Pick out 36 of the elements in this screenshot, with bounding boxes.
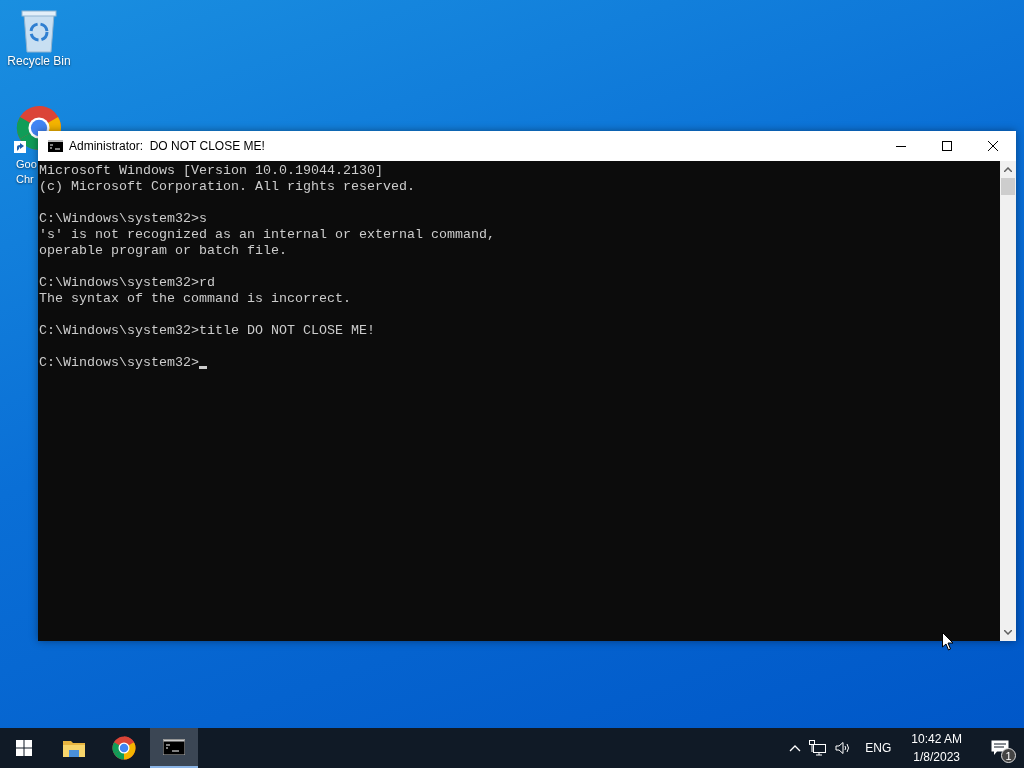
console-line: The syntax of the command is incorrect. [39, 291, 352, 307]
close-icon [988, 141, 998, 151]
windows-logo-icon [16, 740, 32, 756]
scrollbar[interactable] [1000, 161, 1016, 641]
terminal-icon [163, 739, 185, 755]
notification-count: 1 [1001, 748, 1016, 763]
console-line: Microsoft Windows [Version 10.0.19044.2130] [39, 163, 384, 179]
scroll-up-icon[interactable] [1004, 167, 1012, 172]
scroll-down-icon[interactable] [1004, 630, 1012, 635]
recycle-bin-icon[interactable] [19, 8, 59, 54]
shortcut-arrow-icon [14, 141, 26, 153]
chevron-up-icon[interactable] [789, 744, 802, 752]
speaker-icon[interactable] [835, 741, 852, 755]
console-line: operable program or batch file. [39, 243, 288, 259]
icon-label: Recycle Bin [7, 54, 71, 69]
maximize-icon [942, 141, 952, 151]
taskbar-app[interactable] [150, 728, 198, 768]
console-line: (c) Microsoft Corporation. All rights reserved. [39, 179, 416, 195]
folder-icon [63, 739, 85, 757]
scroll-thumb[interactable] [1001, 178, 1015, 195]
terminal-icon [48, 140, 63, 152]
network-icon[interactable] [809, 740, 828, 756]
window-title: Administrator: DO NOT CLOSE ME! [69, 139, 266, 153]
language-indicator[interactable]: ENG [859, 741, 898, 755]
icon-label: Chr [16, 172, 35, 187]
icon-label: Goo [16, 157, 37, 172]
chrome-icon [112, 736, 136, 760]
console-line: 's' is not recognized as an internal or external command, [39, 227, 496, 243]
minimize-icon [896, 145, 906, 147]
notification-button[interactable]: 1 [976, 728, 1024, 768]
console-line: C:\Windows\system32>rd [39, 275, 216, 291]
console-line: C:\Windows\system32>title DO NOT CLOSE ME! [39, 323, 376, 339]
clock[interactable]: 10:42 AM 1/8/2023 [905, 730, 968, 766]
text-cursor [198, 366, 207, 369]
console-line: C:\Windows\system32> [39, 355, 199, 371]
console-line: C:\Windows\system32>s [39, 211, 208, 227]
